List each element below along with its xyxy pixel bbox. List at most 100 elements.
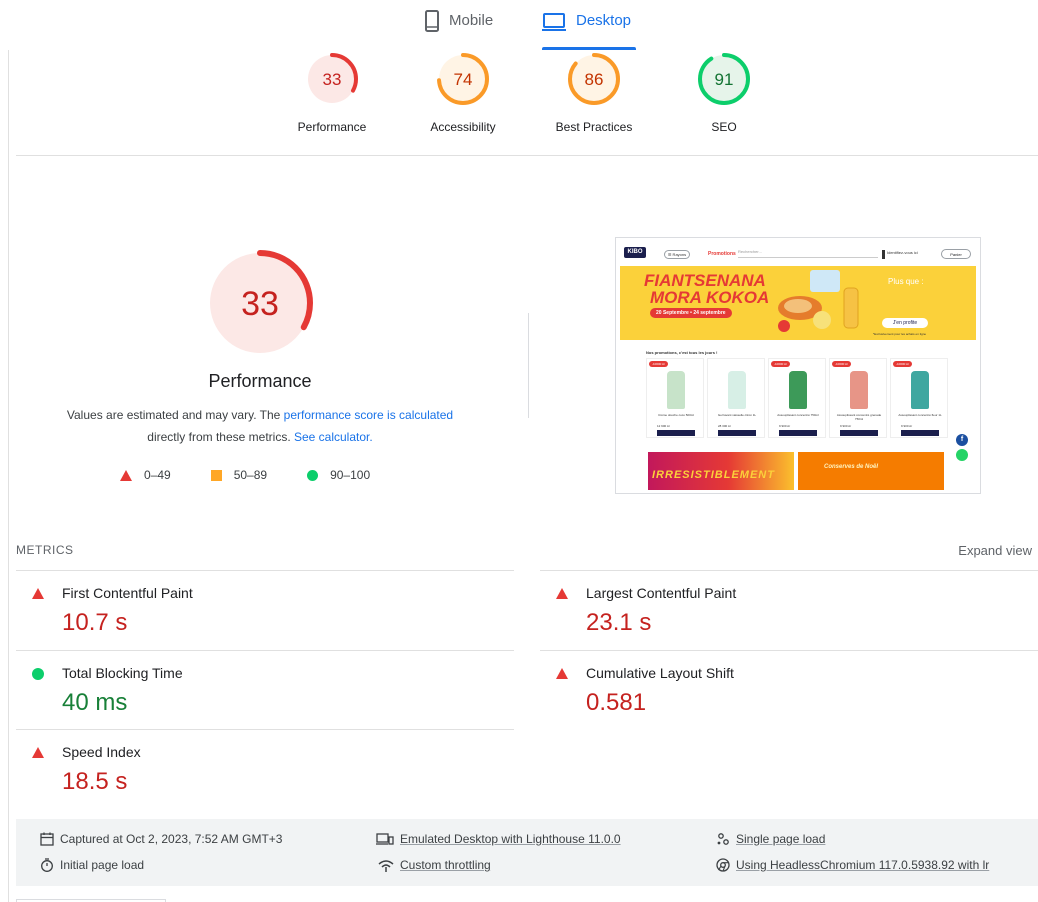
product-image <box>850 371 868 409</box>
info-captured: Captured at Oct 2, 2023, 7:52 AM GMT+3 <box>40 832 282 846</box>
wifi-icon <box>378 859 394 872</box>
see-calculator-link[interactable]: See calculator. <box>294 430 373 444</box>
metrics-header: METRICS <box>16 543 74 557</box>
banner-cta: J'en profite <box>882 318 928 328</box>
info-text: Initial page load <box>60 858 145 872</box>
facebook-icon: f <box>956 434 968 446</box>
triangle-icon <box>556 668 568 679</box>
product-price: 12 900 Ar <box>657 424 670 428</box>
metric-fcp: First Contentful Paint 10.7 s <box>16 570 514 650</box>
triangle-icon <box>32 588 44 599</box>
score-calculated-link[interactable]: performance score is calculated <box>284 408 453 422</box>
legend-label: 50–89 <box>233 468 268 482</box>
discount-tag: -10000 Ar <box>832 361 852 367</box>
gauge-score: 33 <box>323 70 342 89</box>
promo-banner-text: Conserves de Noël <box>824 464 879 470</box>
product-image <box>789 371 807 409</box>
summary-gauge-seo[interactable]: 91 SEO <box>669 52 779 134</box>
tab-mobile[interactable]: Mobile <box>425 10 493 50</box>
circle-icon <box>307 469 319 481</box>
banner-note: *Exclusivement pour les achats en ligne <box>873 332 927 336</box>
gauge-label: Performance <box>297 120 367 134</box>
product-image <box>911 371 929 409</box>
discount-tag: -10000 Ar <box>771 361 791 367</box>
banner-title: FIANTSENANA MORA KOKOA <box>644 272 769 306</box>
info-throttling[interactable]: Custom throttling <box>378 858 491 872</box>
discount-tag: -10000 Ar <box>649 361 669 367</box>
promo-banner-right: Conserves de Noël <box>798 452 944 490</box>
score-legend: 0–49 50–89 90–100 <box>120 468 410 482</box>
site-search: Rechercher... <box>738 249 878 258</box>
metric-lcp: Largest Contentful Paint 23.1 s <box>540 570 1038 650</box>
metric-value: 0.581 <box>586 689 647 716</box>
banner-title-line: MORA KOKOA <box>650 288 770 307</box>
promo-heading: Nos promotions, c'est tous les jours ! <box>646 350 718 355</box>
gauge-ring: 91 <box>698 53 750 105</box>
product-card: -10000 Ar Assouplissant concentré grenad… <box>829 358 887 438</box>
product-price: 9 900 Ar <box>840 424 852 428</box>
info-text: Custom throttling <box>400 858 491 872</box>
product-name: Crème douche coco 500ml <box>658 413 694 417</box>
gauge-ring: 33 <box>306 53 358 105</box>
info-text: Single page load <box>736 832 826 846</box>
banner-title-line: FIANTSENANA <box>644 271 766 290</box>
metric-name: Total Blocking Time <box>62 665 183 681</box>
product-price: 28 300 Ar <box>718 424 731 428</box>
runtime-info: Captured at Oct 2, 2023, 7:52 AM GMT+3 I… <box>16 819 1038 886</box>
left-divider <box>8 50 9 902</box>
phone-icon <box>425 10 439 32</box>
site-cart: Panier <box>941 249 971 259</box>
tab-desktop-label: Desktop <box>576 12 632 29</box>
product-price: 9 900 Ar <box>779 424 791 428</box>
product-name: Assouplissant concentré 750ml <box>777 413 819 417</box>
gauge-score: 74 <box>454 70 473 89</box>
promo-banner-left: IRRESISTIBLEMENT <box>648 452 794 490</box>
summary-gauge-best-practices[interactable]: 86 Best Practices <box>539 52 649 134</box>
final-screenshot[interactable]: KIBO ☰ Rayons Promotions Rechercher... I… <box>615 237 981 494</box>
site-banner: FIANTSENANA MORA KOKOA 20 Septembre • 24… <box>620 266 976 340</box>
active-tab-indicator <box>542 47 636 50</box>
promo-banner-text: IRRESISTIBLEMENT <box>652 469 775 481</box>
performance-title: Performance <box>208 371 312 391</box>
desc-text: Values are estimated and may vary. The <box>66 408 284 422</box>
add-to-cart <box>718 430 756 436</box>
square-icon <box>210 469 222 481</box>
product-image <box>667 371 685 409</box>
info-text: Captured at Oct 2, 2023, 7:52 AM GMT+3 <box>60 832 283 846</box>
legend-label: 0–49 <box>144 468 171 482</box>
add-to-cart <box>779 430 817 436</box>
calendar-icon <box>40 832 54 846</box>
score-summary: 33 Performance 74 Accessibility 86 Best … <box>0 52 1038 156</box>
metric-name: First Contentful Paint <box>62 585 193 601</box>
legend-average: 50–89 <box>210 468 268 482</box>
chrome-icon <box>716 858 730 872</box>
product-card: -10000 Ar Crème douche coco 500ml 12 900… <box>646 358 704 438</box>
metric-name: Largest Contentful Paint <box>586 585 737 601</box>
banner-date: 20 Septembre • 24 septembre <box>650 308 732 318</box>
expand-view-toggle[interactable]: Expand view <box>958 543 1032 558</box>
info-emulated[interactable]: Emulated Desktop with Lighthouse 11.0.0 <box>376 832 621 846</box>
product-price: 9 900 Ar <box>901 424 913 428</box>
metric-name: Speed Index <box>62 744 141 760</box>
info-headless[interactable]: Using HeadlessChromium 117.0.5938.92 wit… <box>716 858 989 872</box>
metric-name: Cumulative Layout Shift <box>586 665 734 681</box>
product-card: Gel lavant vaisselle citron 1L 28 300 Ar <box>707 358 765 438</box>
info-initial-load: Initial page load <box>40 858 144 872</box>
info-single-load[interactable]: Single page load <box>716 832 825 846</box>
gauge-label: SEO <box>711 120 737 134</box>
product-name: Gel lavant vaisselle citron 1L <box>717 413 757 417</box>
site-logo: KIBO <box>624 247 646 258</box>
tab-desktop[interactable]: Desktop <box>542 10 636 50</box>
performance-description: Values are estimated and may vary. The p… <box>40 404 480 448</box>
metric-value: 10.7 s <box>62 609 128 636</box>
product-name: Assouplissant concentré fleur 1L <box>898 413 942 417</box>
product-card: -10000 Ar Assouplissant concentré 750ml … <box>768 358 826 438</box>
legend-label: 90–100 <box>330 468 371 482</box>
summary-gauge-performance[interactable]: 33 Performance <box>277 52 387 134</box>
gauge-ring: 86 <box>568 53 620 105</box>
add-to-cart <box>657 430 695 436</box>
summary-divider <box>16 155 1038 156</box>
metric-value: 40 ms <box>62 689 128 716</box>
performance-score: 33 <box>241 285 279 323</box>
summary-gauge-accessibility[interactable]: 74 Accessibility <box>408 52 518 134</box>
